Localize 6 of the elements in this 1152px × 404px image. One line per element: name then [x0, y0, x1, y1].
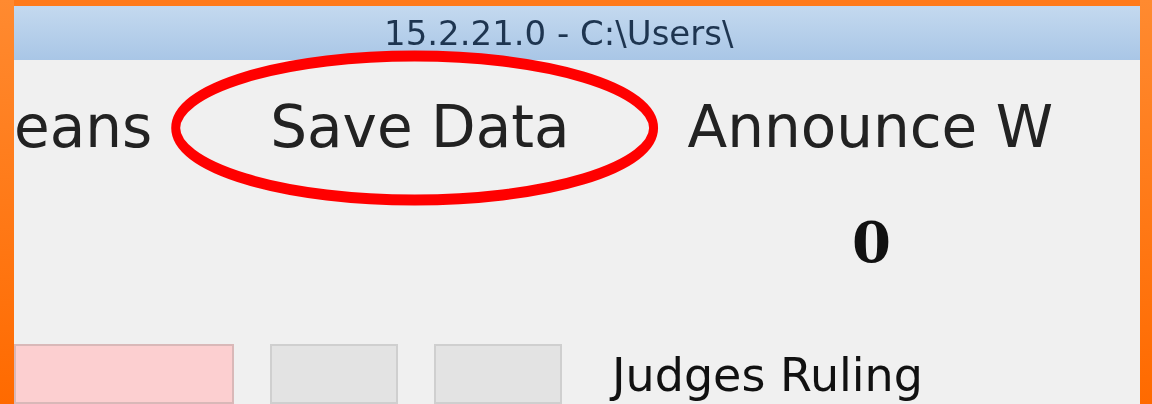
blank-button[interactable] [434, 344, 562, 404]
menu-item[interactable]: Announce W [687, 96, 1054, 160]
menu-item[interactable]: eans [14, 96, 153, 160]
score-value: 0 [852, 209, 891, 275]
window-title: 15.2.21.0 - C:\Users\ [384, 16, 734, 50]
blank-button[interactable] [270, 344, 398, 404]
